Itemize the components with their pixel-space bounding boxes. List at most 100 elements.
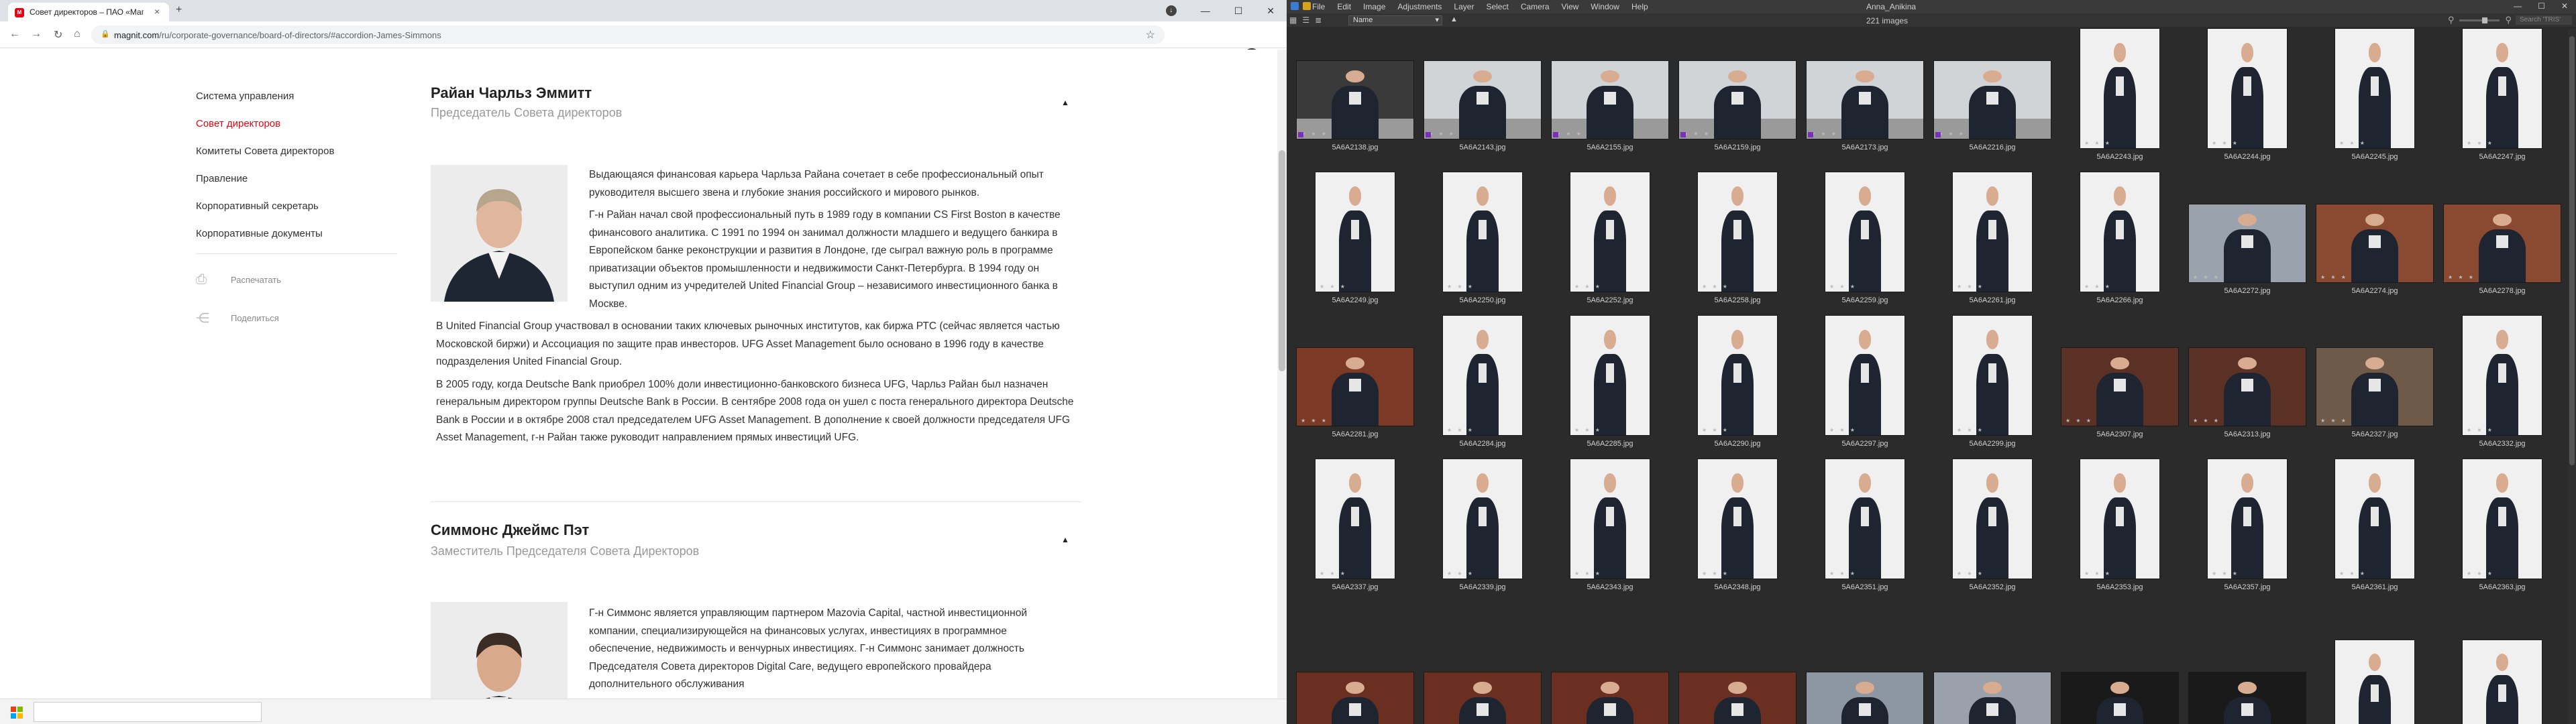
grid-scrollbar[interactable]	[2568, 28, 2576, 724]
thumbnail-image[interactable]: ★ ★ ★	[2334, 640, 2415, 724]
folder-icon[interactable]	[1303, 2, 1311, 10]
menu-item[interactable]: Window	[1591, 2, 1619, 11]
thumbnail-image[interactable]: ★ ★ ★	[2462, 459, 2542, 579]
thumbnail-image[interactable]: ★ ★ ★	[2080, 28, 2160, 149]
thumbnail-image[interactable]: ★ ★ ★	[2334, 459, 2415, 579]
menu-item[interactable]: File	[1312, 2, 1325, 11]
maximize-icon[interactable]: ☐	[1234, 5, 1243, 17]
thumbnail-image[interactable]: ★ ★ ★	[2334, 28, 2415, 149]
zoom-out-icon[interactable]: ⚲	[2448, 15, 2455, 25]
member-name[interactable]: Симмонс Джеймс Пэт	[431, 522, 589, 539]
thumbnail-image[interactable]: ★ ★ ★	[1296, 672, 1414, 724]
bridge-app-icon[interactable]	[1291, 2, 1299, 10]
thumbnail-image[interactable]: ★ ★ ★	[1678, 60, 1796, 139]
print-action[interactable]: ⎙ Распечатать	[196, 272, 281, 288]
forward-icon[interactable]: →	[31, 28, 42, 40]
thumbnail-image[interactable]: ★ ★ ★	[1570, 459, 1650, 579]
maximize-icon[interactable]: ☐	[2538, 1, 2545, 11]
page-scrollbar[interactable]	[1277, 50, 1287, 699]
thumbnail-image[interactable]: ★ ★ ★	[1315, 459, 1395, 579]
sidebar-item[interactable]: Совет директоров	[196, 112, 397, 139]
share-action[interactable]: ⋲ Поделиться	[196, 310, 279, 326]
collapse-caret-icon[interactable]: ▲	[1061, 535, 1069, 544]
thumbnail-image[interactable]: ★ ★ ★	[1551, 60, 1669, 139]
thumbnail-image[interactable]: ★ ★ ★	[1952, 172, 2033, 292]
zoom-in-icon[interactable]: ⚲	[2505, 15, 2512, 25]
grid-view-icon[interactable]: ▦	[1289, 15, 1297, 25]
thumbnail-image[interactable]: ★ ★ ★	[1442, 172, 1523, 292]
collapse-caret-icon[interactable]: ▲	[1061, 98, 1069, 107]
thumbnail-image[interactable]: ★ ★ ★	[2188, 672, 2306, 724]
thumbnail-image[interactable]: ★ ★ ★	[1424, 672, 1542, 724]
thumbnail-image[interactable]: ★ ★ ★	[1570, 172, 1650, 292]
thumbnail-image[interactable]: ★ ★ ★	[1678, 672, 1796, 724]
browser-tab[interactable]: M Совет директоров – ПАО «Маг» ×	[8, 3, 169, 21]
thumbnail-image[interactable]: ★ ★ ★	[2462, 640, 2542, 724]
windows-start-icon[interactable]	[11, 707, 23, 719]
thumbnail-image[interactable]: ★ ★ ★	[1825, 315, 1905, 436]
thumbnail-image[interactable]: ★ ★ ★	[1296, 60, 1414, 139]
thumbnail-image[interactable]: ★ ★ ★	[1952, 459, 2033, 579]
thumbnail-image[interactable]: ★ ★ ★	[1806, 672, 1924, 724]
sort-direction-icon[interactable]: ▲	[1450, 15, 1458, 23]
download-icon[interactable]: ↓	[1165, 5, 1177, 16]
sidebar-item[interactable]: Комитеты Совета директоров	[196, 139, 397, 167]
sidebar-item[interactable]: Корпоративные документы	[196, 222, 397, 249]
thumbnail-image[interactable]: ★ ★ ★	[1296, 347, 1414, 426]
thumbnail-image[interactable]: ★ ★ ★	[1551, 672, 1669, 724]
menu-item[interactable]: View	[1562, 2, 1579, 11]
menu-item[interactable]: Adjustments	[1397, 2, 1442, 11]
thumbnail-image[interactable]: ★ ★ ★	[1315, 172, 1395, 292]
menu-item[interactable]: Edit	[1337, 2, 1351, 11]
thumbnail-image[interactable]: ★ ★ ★	[1933, 672, 2051, 724]
tab-close-icon[interactable]: ×	[154, 6, 160, 17]
menu-item[interactable]: Select	[1486, 2, 1508, 11]
thumbnail-image[interactable]: ★ ★ ★	[2316, 204, 2434, 283]
thumbnail-image[interactable]: ★ ★ ★	[1424, 60, 1542, 139]
menu-item[interactable]: Help	[1631, 2, 1648, 11]
reload-icon[interactable]: ↻	[54, 28, 62, 42]
thumbnail-image[interactable]: ★ ★ ★	[2080, 459, 2160, 579]
thumbnail-image[interactable]: ★ ★ ★	[2061, 347, 2179, 426]
page-scrollbar-thumb[interactable]	[1279, 150, 1285, 371]
minimize-icon[interactable]: —	[2514, 1, 2522, 11]
list-view-icon[interactable]: ≣	[1315, 15, 1322, 25]
close-icon[interactable]: ✕	[1267, 5, 1275, 17]
thumbnail-image[interactable]: ★ ★ ★	[2462, 28, 2542, 149]
thumbnail-image[interactable]: ★ ★ ★	[1697, 315, 1778, 436]
thumbnail-image[interactable]: ★ ★ ★	[1952, 315, 2033, 436]
thumbnail-image[interactable]: ★ ★ ★	[1697, 459, 1778, 579]
close-icon[interactable]: ✕	[2561, 1, 2568, 11]
thumbnail-image[interactable]: ★ ★ ★	[2188, 347, 2306, 426]
url-field[interactable]: 🔒 magnit.com/ru/corporate-governance/boa…	[91, 25, 1165, 44]
thumbnail-image[interactable]: ★ ★ ★	[1697, 172, 1778, 292]
sidebar-item[interactable]: Правление	[196, 167, 397, 194]
detail-view-icon[interactable]: ☰	[1302, 15, 1309, 25]
thumbnail-image[interactable]: ★ ★ ★	[1570, 315, 1650, 436]
thumbnail-image[interactable]: ★ ★ ★	[2316, 347, 2434, 426]
menu-item[interactable]: Image	[1363, 2, 1385, 11]
thumbnail-image[interactable]: ★ ★ ★	[1933, 60, 2051, 139]
home-icon[interactable]: ⌂	[74, 28, 80, 40]
member-name[interactable]: Райан Чарльз Эммитт	[431, 84, 592, 102]
thumbnail-image[interactable]: ★ ★ ★	[1442, 315, 1523, 436]
taskbar-search[interactable]	[34, 702, 262, 722]
thumbnail-image[interactable]: ★ ★ ★	[1806, 60, 1924, 139]
bridge-search-input[interactable]: Search 'TRIS'	[2516, 15, 2572, 25]
new-tab-icon[interactable]: +	[176, 4, 182, 16]
back-icon[interactable]: ←	[9, 28, 20, 40]
minimize-icon[interactable]: —	[1201, 5, 1210, 16]
thumbnail-image[interactable]: ★ ★ ★	[2462, 315, 2542, 436]
thumbnail-image[interactable]: ★ ★ ★	[2188, 204, 2306, 283]
thumbnail-image[interactable]: ★ ★ ★	[1825, 459, 1905, 579]
thumbnail-image[interactable]: ★ ★ ★	[1442, 459, 1523, 579]
menu-item[interactable]: Camera	[1521, 2, 1550, 11]
thumbnail-image[interactable]: ★ ★ ★	[1825, 172, 1905, 292]
thumbnail-image[interactable]: ★ ★ ★	[2080, 172, 2160, 292]
sidebar-item[interactable]: Система управления	[196, 84, 397, 112]
sidebar-item[interactable]: Корпоративный секретарь	[196, 194, 397, 222]
thumbnail-image[interactable]: ★ ★ ★	[2207, 28, 2288, 149]
thumbnail-size-slider[interactable]	[2459, 17, 2500, 23]
sort-dropdown[interactable]: Name ▾	[1348, 15, 1442, 25]
thumbnail-image[interactable]: ★ ★ ★	[2443, 204, 2561, 283]
